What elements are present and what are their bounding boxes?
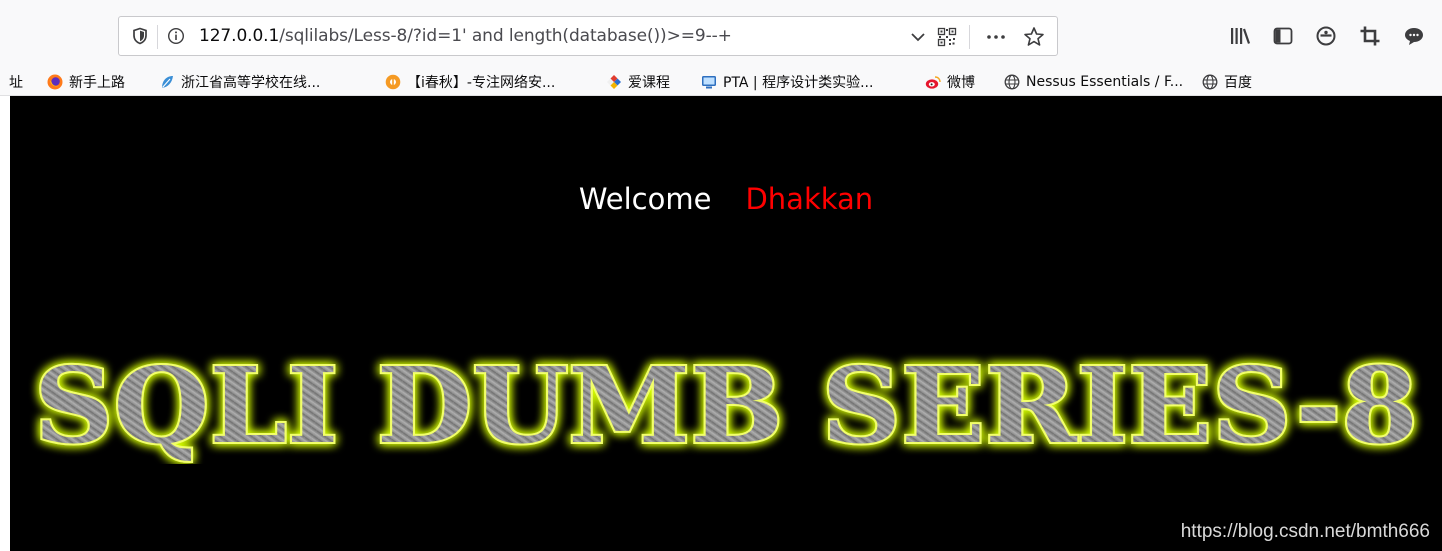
url-separator	[969, 25, 970, 49]
globe-icon	[1202, 74, 1218, 90]
firefox-icon	[47, 74, 63, 90]
bookmark-label: 新手上路	[69, 75, 125, 91]
bookmark-label: 微博	[947, 75, 975, 91]
browser-toolbar: 127.0.0.1/sqlilabs/Less-8/?id=1' and len…	[0, 0, 1442, 68]
leaf-icon	[162, 76, 173, 88]
tracking-shield-icon[interactable]	[131, 27, 149, 45]
icourse-icon	[607, 75, 621, 89]
library-icon[interactable]	[1228, 24, 1252, 48]
chat-bubble-icon[interactable]	[1402, 24, 1426, 48]
welcome-line: Welcome Dhakkan	[10, 182, 1442, 216]
bookmarks-toolbar: 址 新手上路 浙江省高等学校在线... 【i春秋】-专注网络安... 爱课程 P…	[0, 68, 1442, 96]
bookmark-label: PTA | 程序设计类实验...	[723, 75, 874, 91]
bookmark-item[interactable]: Nessus Essentials / F...	[1004, 71, 1183, 93]
bookmark-item[interactable]: 新手上路	[47, 71, 125, 93]
crop-screenshot-icon[interactable]	[1358, 24, 1382, 48]
pta-icon	[702, 76, 716, 89]
bookmark-item[interactable]: 【i春秋】-专注网络安...	[385, 71, 555, 93]
bookmark-label: 百度	[1224, 75, 1252, 91]
bookmark-label: 【i春秋】-专注网络安...	[407, 75, 556, 91]
url-separator	[157, 25, 158, 49]
more-actions-icon[interactable]	[985, 27, 1007, 47]
globe-icon	[1004, 74, 1020, 90]
bookmark-label: Nessus Essentials / F...	[1026, 74, 1184, 90]
bookmark-item[interactable]: 百度	[1202, 71, 1252, 93]
sidebar-icon[interactable]	[1271, 24, 1295, 48]
bookmark-label: 浙江省高等学校在线...	[181, 75, 321, 91]
sqli-dumb-series-banner: SQLI DUMB SERIES-8	[32, 346, 1420, 464]
url-text[interactable]: 127.0.0.1/sqlilabs/Less-8/?id=1' and len…	[199, 26, 732, 46]
bookmark-item[interactable]: 爱课程	[606, 71, 670, 93]
bookmark-item[interactable]: 址	[9, 71, 23, 93]
bookmark-star-icon[interactable]	[1023, 26, 1045, 48]
address-bar[interactable]: 127.0.0.1/sqlilabs/Less-8/?id=1' and len…	[118, 16, 1058, 56]
account-icon[interactable]	[1314, 24, 1338, 48]
bookmark-item[interactable]: PTA | 程序设计类实验...	[701, 71, 873, 93]
bookmark-label: 爱课程	[628, 75, 670, 91]
welcome-text: Welcome	[578, 182, 712, 216]
qr-code-icon[interactable]	[937, 27, 957, 47]
bookmark-item[interactable]: 微博	[925, 71, 975, 93]
window-edge	[0, 96, 10, 551]
watermark-text: https://blog.csdn.net/bmth666	[1180, 521, 1430, 542]
url-path: /sqlilabs/Less-8/?id=1' and length(datab…	[279, 26, 732, 46]
page-content: Welcome Dhakkan SQLI DUMB SERIES-8 https:…	[10, 96, 1442, 551]
bookmark-item[interactable]: 浙江省高等学校在线...	[159, 71, 320, 93]
banner-title: SQLI DUMB SERIES-8	[34, 346, 1418, 464]
site-info-icon[interactable]	[167, 27, 185, 45]
chevron-down-icon[interactable]	[909, 28, 927, 46]
ichunqiu-icon	[385, 74, 401, 90]
url-host: 127.0.0.1	[199, 26, 280, 46]
bookmark-label: 址	[9, 75, 23, 91]
user-name: Dhakkan	[745, 182, 874, 216]
weibo-icon	[925, 76, 941, 89]
